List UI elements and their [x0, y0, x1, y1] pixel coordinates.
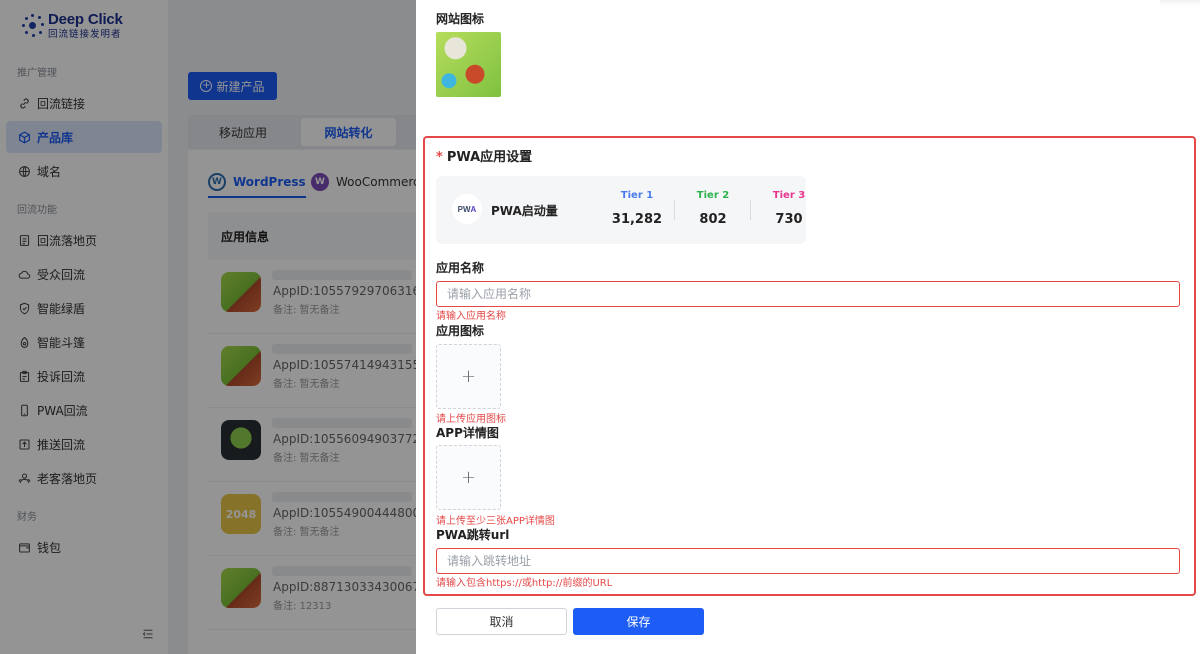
app-detail-upload[interactable]: + [436, 445, 501, 510]
tier-1-stat: Tier 1 31,282 [607, 190, 667, 227]
tier-3-stat: Tier 3 730 [759, 190, 819, 227]
tier-name: Tier 3 [772, 190, 806, 201]
edit-product-drawer: 网站图标 * PWA应用设置 PW A PWA启动量 Tier 1 31,282 T… [416, 0, 1200, 654]
tier-value: 730 [775, 212, 803, 227]
divider [674, 200, 675, 220]
tier-name: Tier 2 [696, 190, 730, 201]
pwa-url-input[interactable] [436, 548, 1180, 574]
plus-icon: + [460, 366, 477, 387]
save-button[interactable]: 保存 [573, 608, 704, 635]
pwa-launch-label: PWA启动量 [491, 204, 558, 218]
app-name-input[interactable] [436, 281, 1180, 307]
modal-overlay[interactable] [0, 0, 416, 654]
tier-name: Tier 1 [620, 190, 654, 201]
pwa-settings-title: * PWA应用设置 [436, 150, 533, 165]
app-icon-label: 应用图标 [436, 324, 485, 338]
pwa-launch-stats: PW A PWA启动量 Tier 1 31,282 Tier 2 802 Tier… [436, 176, 806, 244]
site-icon-label: 网站图标 [436, 12, 485, 26]
app-detail-label: APP详情图 [436, 426, 499, 440]
app-icon-upload[interactable]: + [436, 344, 501, 409]
tier-value: 31,282 [611, 212, 663, 227]
pwa-logo-icon: PW A [452, 194, 482, 224]
pwa-url-label: PWA跳转url [436, 528, 510, 542]
app-icon-error: 请上传应用图标 [436, 414, 506, 425]
app-detail-error: 请上传至少三张APP详情图 [436, 516, 555, 527]
tier-value: 802 [699, 212, 727, 227]
tier-2-stat: Tier 2 802 [683, 190, 743, 227]
site-icon-image[interactable] [436, 32, 501, 97]
divider [750, 200, 751, 220]
drawer-shadow [1160, 0, 1200, 6]
plus-icon: + [460, 467, 477, 488]
app-name-label: 应用名称 [436, 261, 485, 275]
cancel-button[interactable]: 取消 [436, 608, 567, 635]
pwa-url-error: 请输入包含https://或http://前缀的URL [436, 578, 613, 589]
app-name-error: 请输入应用名称 [436, 311, 506, 322]
